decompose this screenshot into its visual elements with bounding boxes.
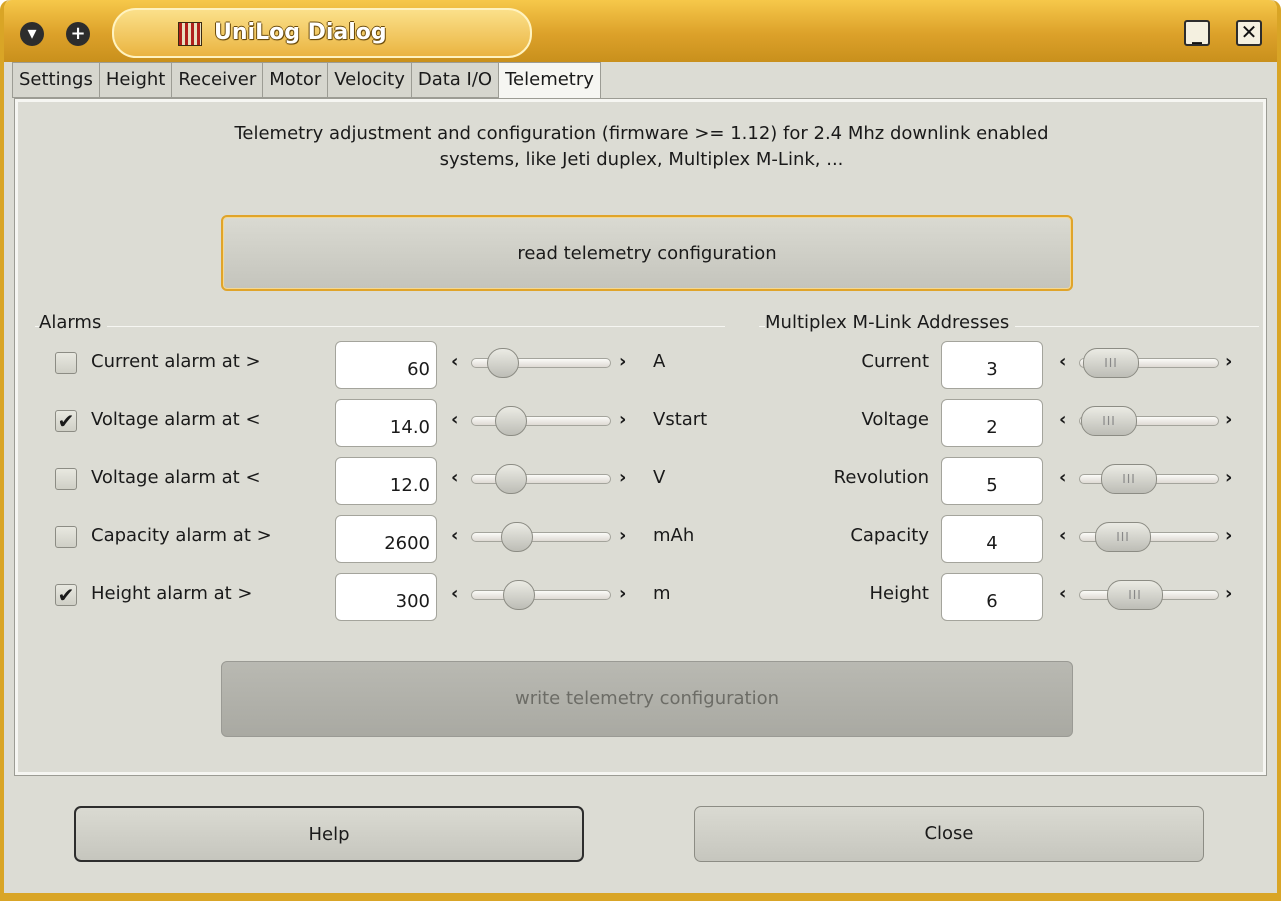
- title-pill: UniLog Dialog: [112, 8, 532, 58]
- voltage-alarm-slider[interactable]: [471, 474, 611, 484]
- mlink-revolution-decrease[interactable]: ‹: [1059, 467, 1066, 488]
- height-alarm-unit: m: [653, 583, 671, 604]
- tab-telemetry[interactable]: Telemetry: [499, 62, 601, 99]
- voltage-start-alarm-unit: Vstart: [653, 409, 708, 430]
- height-alarm-label: Height alarm at >: [91, 583, 253, 604]
- tab-motor[interactable]: Motor: [263, 62, 329, 98]
- mlink-height-increase[interactable]: ›: [1225, 583, 1232, 604]
- mlink-revolution-increase[interactable]: ›: [1225, 467, 1232, 488]
- voltage-start-alarm-checkbox[interactable]: ✔: [55, 410, 77, 432]
- current-alarm-unit: A: [653, 351, 666, 372]
- capacity-alarm-slider[interactable]: [471, 532, 611, 542]
- mlink-capacity-label: Capacity: [850, 525, 929, 546]
- read-telemetry-button[interactable]: read telemetry configuration: [221, 215, 1073, 291]
- mlink-capacity-increase[interactable]: ›: [1225, 525, 1232, 546]
- alarms-group-line: [35, 326, 725, 327]
- minimize-button[interactable]: _: [1184, 20, 1210, 46]
- tab-data-io[interactable]: Data I/O: [411, 62, 500, 98]
- voltage-alarm-thumb[interactable]: [495, 464, 527, 494]
- current-alarm-decrease[interactable]: ‹: [451, 351, 458, 372]
- alarms-group-label: Alarms: [39, 312, 108, 333]
- tab-height[interactable]: Height: [99, 62, 173, 98]
- tab-receiver[interactable]: Receiver: [172, 62, 264, 98]
- mlink-revolution-label: Revolution: [833, 467, 929, 488]
- mlink-current-decrease[interactable]: ‹: [1059, 351, 1066, 372]
- pin-button[interactable]: +: [66, 22, 90, 46]
- current-alarm-label: Current alarm at >: [91, 351, 261, 372]
- height-alarm-decrease[interactable]: ‹: [451, 583, 458, 604]
- mlink-height-label: Height: [869, 583, 929, 604]
- window-menu-button[interactable]: ▾: [20, 22, 44, 46]
- mlink-current-thumb[interactable]: III: [1083, 348, 1139, 378]
- mlink-voltage-decrease[interactable]: ‹: [1059, 409, 1066, 430]
- mlink-current-input[interactable]: 3: [941, 341, 1043, 389]
- current-alarm-input[interactable]: 60: [335, 341, 437, 389]
- voltage-alarm-label: Voltage alarm at <: [91, 467, 261, 488]
- mlink-voltage-input[interactable]: 2: [941, 399, 1043, 447]
- mlink-voltage-increase[interactable]: ›: [1225, 409, 1232, 430]
- height-alarm-checkbox[interactable]: ✔: [55, 584, 77, 606]
- capacity-alarm-decrease[interactable]: ‹: [451, 525, 458, 546]
- mlink-height-thumb[interactable]: III: [1107, 580, 1163, 610]
- current-alarm-checkbox[interactable]: [55, 352, 77, 374]
- write-telemetry-button[interactable]: write telemetry configuration: [221, 661, 1073, 737]
- mlink-height-input[interactable]: 6: [941, 573, 1043, 621]
- mlink-current-label: Current: [861, 351, 929, 372]
- voltage-start-alarm-label: Voltage alarm at <: [91, 409, 261, 430]
- app-icon: [178, 22, 202, 46]
- capacity-alarm-increase[interactable]: ›: [619, 525, 626, 546]
- voltage-start-alarm-input[interactable]: 14.0: [335, 399, 437, 447]
- tab-velocity[interactable]: Velocity: [328, 62, 412, 98]
- mlink-capacity-input[interactable]: 4: [941, 515, 1043, 563]
- height-alarm-slider[interactable]: [471, 590, 611, 600]
- voltage-alarm-unit: V: [653, 467, 666, 488]
- mlink-revolution-thumb[interactable]: III: [1101, 464, 1157, 494]
- tab-settings[interactable]: Settings: [12, 62, 100, 98]
- capacity-alarm-thumb[interactable]: [501, 522, 533, 552]
- mlink-height-decrease[interactable]: ‹: [1059, 583, 1066, 604]
- height-alarm-increase[interactable]: ›: [619, 583, 626, 604]
- capacity-alarm-checkbox[interactable]: [55, 526, 77, 548]
- mlink-voltage-thumb[interactable]: III: [1081, 406, 1137, 436]
- capacity-alarm-unit: mAh: [653, 525, 695, 546]
- height-alarm-thumb[interactable]: [503, 580, 535, 610]
- voltage-alarm-checkbox[interactable]: [55, 468, 77, 490]
- voltage-alarm-decrease[interactable]: ‹: [451, 467, 458, 488]
- tab-bar: Settings Height Receiver Motor Velocity …: [12, 62, 601, 99]
- title-bar[interactable]: ▾ + UniLog Dialog _ ✕: [4, 0, 1277, 62]
- current-alarm-increase[interactable]: ›: [619, 351, 626, 372]
- voltage-start-alarm-decrease[interactable]: ‹: [451, 409, 458, 430]
- capacity-alarm-input[interactable]: 2600: [335, 515, 437, 563]
- telemetry-panel: Telemetry adjustment and configuration (…: [14, 98, 1267, 776]
- height-alarm-input[interactable]: 300: [335, 573, 437, 621]
- dialog-window: ▾ + UniLog Dialog _ ✕ Settings Height Re…: [0, 0, 1281, 901]
- close-window-button[interactable]: ✕: [1236, 20, 1262, 46]
- mlink-voltage-label: Voltage: [861, 409, 929, 430]
- voltage-alarm-increase[interactable]: ›: [619, 467, 626, 488]
- mlink-capacity-decrease[interactable]: ‹: [1059, 525, 1066, 546]
- voltage-start-alarm-increase[interactable]: ›: [619, 409, 626, 430]
- mlink-capacity-thumb[interactable]: III: [1095, 522, 1151, 552]
- close-button[interactable]: Close: [694, 806, 1204, 862]
- voltage-alarm-input[interactable]: 12.0: [335, 457, 437, 505]
- capacity-alarm-label: Capacity alarm at >: [91, 525, 272, 546]
- mlink-current-increase[interactable]: ›: [1225, 351, 1232, 372]
- description-text: Telemetry adjustment and configuration (…: [234, 123, 1049, 170]
- voltage-start-alarm-thumb[interactable]: [495, 406, 527, 436]
- current-alarm-thumb[interactable]: [487, 348, 519, 378]
- mlink-group-label: Multiplex M-Link Addresses: [765, 312, 1016, 333]
- mlink-revolution-input[interactable]: 5: [941, 457, 1043, 505]
- help-button[interactable]: Help: [74, 806, 584, 862]
- window-title: UniLog Dialog: [214, 20, 387, 45]
- voltage-start-alarm-slider[interactable]: [471, 416, 611, 426]
